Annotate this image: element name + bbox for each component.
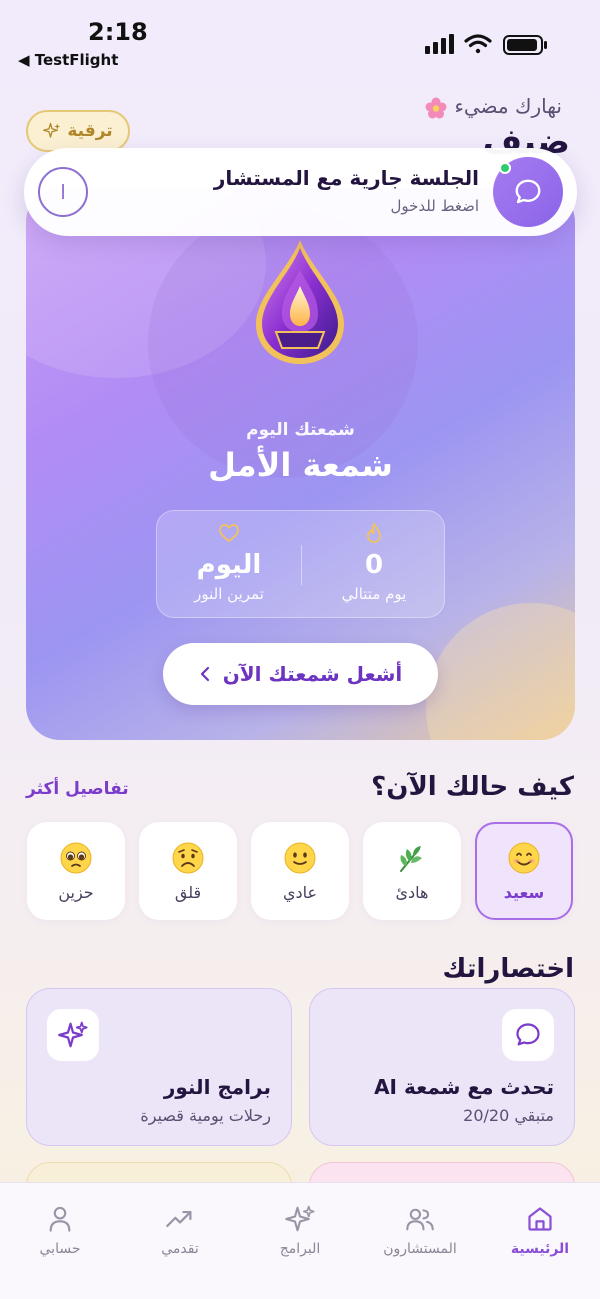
mood-option-happy[interactable]: سعيد xyxy=(475,822,573,920)
shortcut-light-programs[interactable]: برامج النور رحلات يومية قصيرة xyxy=(26,988,292,1146)
sparkles-icon xyxy=(285,1205,315,1232)
leaf-icon xyxy=(400,845,422,872)
chat-bubble-icon xyxy=(515,179,541,204)
mood-label: هادئ xyxy=(395,882,429,902)
trending-up-icon xyxy=(166,1210,192,1228)
chevron-left-icon xyxy=(200,666,209,682)
mood-option-neutral[interactable]: عادي xyxy=(251,822,349,920)
exercise-label: تمرين النور xyxy=(194,585,264,603)
online-status-dot xyxy=(499,162,511,174)
sparkles-icon xyxy=(58,1021,88,1048)
smiling-face-icon xyxy=(508,842,540,873)
shortcut-subtitle: متبقي 20/20 xyxy=(463,1106,554,1125)
shortcut-ai-chat[interactable]: تحدث مع شمعة AI متبقي 20/20 xyxy=(309,988,575,1146)
stats-panel: 0 يوم متتالي اليوم تمرين النور xyxy=(156,510,445,618)
mood-section-title: كيف حالك الآن؟ xyxy=(371,772,574,802)
candle-emblem-icon xyxy=(256,240,344,364)
wifi-icon xyxy=(464,34,492,54)
status-icons xyxy=(425,34,547,55)
exercise-value: اليوم xyxy=(196,550,262,580)
mood-label: سعيد xyxy=(503,882,545,902)
tab-label: البرامج xyxy=(279,1241,321,1257)
upgrade-button[interactable]: ترقية xyxy=(26,110,130,152)
neutral-face-icon xyxy=(284,842,316,873)
worried-face-icon xyxy=(172,842,204,873)
greeting-text: نهارك مضيء xyxy=(424,94,562,120)
sparkles-icon xyxy=(43,122,61,138)
shortcuts-section-title: اختصاراتك xyxy=(442,954,575,984)
flame-icon xyxy=(367,523,381,543)
shortcut-title: تحدث مع شمعة AI xyxy=(374,1075,554,1099)
shortcut-icon-box xyxy=(47,1009,99,1061)
session-title: الجلسة جارية مع المستشار xyxy=(213,166,479,190)
home-icon xyxy=(528,1207,552,1231)
shortcut-subtitle: رحلات يومية قصيرة xyxy=(140,1106,271,1125)
heart-icon xyxy=(219,524,239,542)
tab-label: تقدمي xyxy=(161,1241,199,1257)
tab-home[interactable]: الرئيسية xyxy=(480,1203,600,1257)
mood-option-anxious[interactable]: قلق xyxy=(139,822,237,920)
daily-candle-card: شمعتك اليوم شمعة الأمل 0 يوم متتالي اليو… xyxy=(26,188,575,740)
shortcut-icon-box xyxy=(502,1009,554,1061)
mood-option-calm[interactable]: هادئ xyxy=(363,822,461,920)
upgrade-label: ترقية xyxy=(67,121,113,141)
mood-details-link[interactable]: تفاصيل أكثر xyxy=(26,779,129,799)
tab-counselors[interactable]: المستشارون xyxy=(360,1203,480,1257)
exercise-stat: اليوم تمرين النور xyxy=(157,521,301,603)
streak-value: 0 xyxy=(364,550,384,580)
battery-icon xyxy=(503,35,547,55)
signal-icon xyxy=(425,34,454,54)
tab-account[interactable]: حسابي xyxy=(0,1203,120,1257)
decor-circle xyxy=(426,603,575,740)
candle-title: شمعة الأمل xyxy=(208,446,393,484)
tab-progress[interactable]: تقدمي xyxy=(120,1203,240,1257)
chat-bubble-icon xyxy=(516,1023,540,1046)
candle-subtitle: شمعتك اليوم xyxy=(246,420,355,440)
back-to-testflight-link[interactable]: ◀ TestFlight xyxy=(18,51,118,69)
greeting-label: نهارك مضيء xyxy=(454,94,562,118)
mood-label: قلق xyxy=(174,882,202,902)
tab-label: المستشارون xyxy=(383,1241,457,1257)
mood-label: عادي xyxy=(282,882,318,902)
mood-label: حزين xyxy=(58,882,94,902)
users-icon xyxy=(406,1208,434,1231)
sad-face-icon xyxy=(60,842,92,873)
streak-label: يوم متتالي xyxy=(341,585,407,603)
tab-label: الرئيسية xyxy=(510,1241,570,1257)
session-subtitle: اضغط للدخول xyxy=(390,197,479,215)
mood-option-sad[interactable]: حزين xyxy=(27,822,125,920)
shortcut-title: برامج النور xyxy=(163,1075,271,1099)
tab-label: حسابي xyxy=(39,1241,81,1257)
light-candle-button[interactable]: أشعل شمعتك الآن xyxy=(163,643,438,705)
streak-stat: 0 يوم متتالي xyxy=(302,521,446,603)
end-session-button[interactable]: ا xyxy=(38,167,88,217)
status-time: 2:18 xyxy=(88,18,148,46)
session-in-progress-banner[interactable]: الجلسة جارية مع المستشار اضغط للدخول ا xyxy=(24,148,577,236)
user-icon xyxy=(49,1206,71,1232)
tab-programs[interactable]: البرامج xyxy=(240,1203,360,1257)
flower-icon xyxy=(425,97,447,118)
bottom-tab-bar: الرئيسية المستشارون البرامج تقدمي حسابي xyxy=(0,1182,600,1299)
light-candle-label: أشعل شمعتك الآن xyxy=(222,662,403,686)
